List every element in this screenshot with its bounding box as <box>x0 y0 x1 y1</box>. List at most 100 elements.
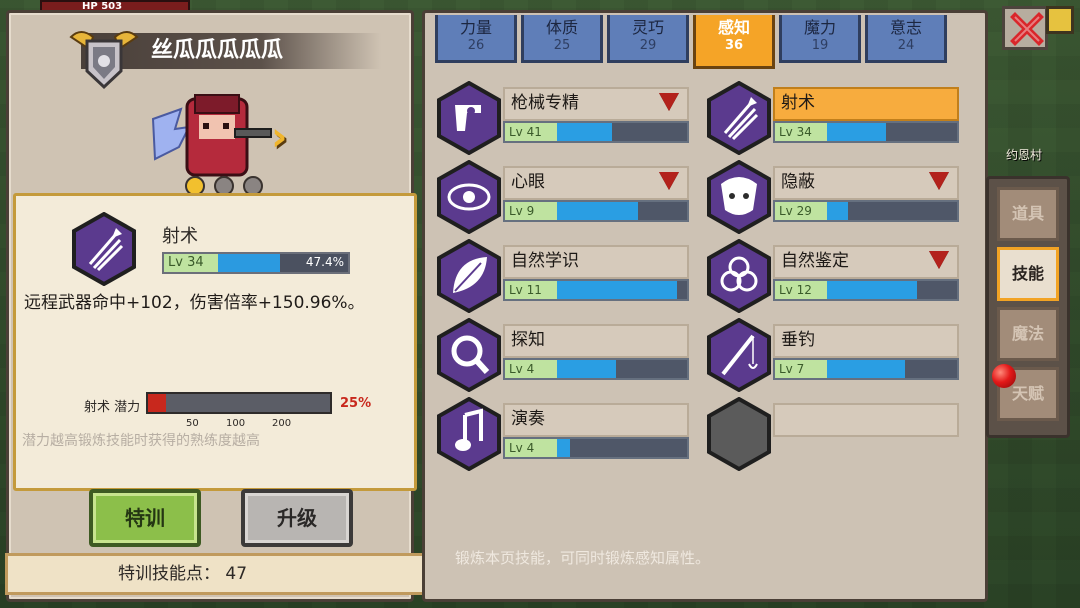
detail-level: Lv 34 <box>164 254 218 272</box>
skill-level-bar: Lv 9 <box>503 200 689 222</box>
train-button[interactable]: 特训 <box>89 489 201 547</box>
skill-name: 探知 <box>503 324 689 358</box>
detail-level-bar: Lv 34 47.4% <box>162 252 350 274</box>
train-points-label: 特训技能点： <box>118 564 220 584</box>
next-character-arrow-icon[interactable]: › <box>271 117 311 161</box>
tab-attribute[interactable]: 灵巧 29 <box>607 15 689 63</box>
skill-exp-fill <box>557 281 677 299</box>
skill-level: Lv 41 <box>505 123 557 141</box>
locked-slot-icon <box>707 397 771 471</box>
potential-tick: 100 <box>226 418 246 429</box>
skill-name: 射术 <box>773 87 959 121</box>
side-item-magic[interactable]: 魔法 <box>997 307 1059 361</box>
skill-level-bar: Lv 29 <box>773 200 959 222</box>
close-button[interactable] <box>1002 6 1048 50</box>
skill-exp-fill <box>827 360 905 378</box>
skill-card-mind-eye[interactable]: 心眼 Lv 9 <box>437 160 693 234</box>
skill-card-nature-appraisal[interactable]: 自然鉴定 Lv 12 <box>707 239 963 313</box>
potential-percent: 25% <box>340 396 372 411</box>
detail-exp-percent: 47.4% <box>305 255 344 269</box>
empty-plate <box>773 403 959 437</box>
skill-level: Lv 11 <box>505 281 557 299</box>
skill-card-performance[interactable]: 演奏 Lv 4 <box>437 397 693 471</box>
detail-exp-fill <box>218 254 280 272</box>
tab-attribute[interactable]: 意志 24 <box>865 15 947 63</box>
side-item-items[interactable]: 道具 <box>997 187 1059 241</box>
skill-level: Lv 34 <box>775 123 827 141</box>
revolver-icon <box>437 81 501 155</box>
skill-card-nature-lore[interactable]: 自然学识 Lv 11 <box>437 239 693 313</box>
skill-level-bar: Lv 7 <box>773 358 959 380</box>
potential-tick: 200 <box>272 418 292 429</box>
potential-bar <box>146 392 332 414</box>
train-points-banner: 特训技能点： 47 <box>5 553 450 595</box>
skill-exp-fill <box>557 360 616 378</box>
skill-level-bar: Lv 41 <box>503 121 689 143</box>
potential-tick: 50 <box>186 418 199 429</box>
potential-flag-icon <box>659 172 679 190</box>
skill-name: 垂钓 <box>773 324 959 358</box>
skill-exp-fill <box>827 202 848 220</box>
skill-name: 自然学识 <box>503 245 689 279</box>
tab-label: 灵巧 <box>631 18 664 37</box>
potential-flag-icon <box>659 93 679 111</box>
tab-value: 29 <box>639 38 657 53</box>
skill-level-bar: Lv 12 <box>773 279 959 301</box>
skill-name: 演奏 <box>503 403 689 437</box>
skill-card-empty <box>707 397 963 471</box>
skill-card-detection[interactable]: 探知 Lv 4 <box>437 318 693 392</box>
upgrade-button[interactable]: 升级 <box>241 489 353 547</box>
crest-icon <box>69 31 139 90</box>
skill-exp-fill <box>827 123 886 141</box>
skill-level-bar: Lv 4 <box>503 358 689 380</box>
tab-value: 24 <box>897 38 915 53</box>
minimap-toggle-icon[interactable] <box>1046 6 1074 34</box>
skill-card-firearms[interactable]: 枪械专精 Lv 41 <box>437 81 693 155</box>
side-menu: 道具 技能 魔法 天赋 <box>986 176 1070 438</box>
tab-attribute[interactable]: 魔力 19 <box>779 15 861 63</box>
arrows-icon <box>707 81 771 155</box>
potential-label: 射术 潜力 <box>84 400 141 415</box>
skill-detail-box: 射术 Lv 34 47.4% 远程武器命中+102，伤害倍率+150.96%。 … <box>13 193 417 491</box>
tab-attribute[interactable]: 力量 26 <box>435 15 517 63</box>
skill-card-stealth[interactable]: 隐蔽 Lv 29 <box>707 160 963 234</box>
detail-skill-name: 射术 <box>162 226 198 247</box>
music-note-icon <box>437 397 501 471</box>
tab-value: 26 <box>467 38 485 53</box>
eye-icon <box>437 160 501 234</box>
tab-label: 感知 <box>717 18 750 37</box>
skill-card-marksmanship[interactable]: 射术 Lv 34 <box>707 81 963 155</box>
skill-level-bar: Lv 34 <box>773 121 959 143</box>
tab-value: 36 <box>724 38 744 53</box>
attribute-tabs: 力量 26 体质 25 灵巧 29 感知 36 魔力 19 意志 24 <box>435 15 947 69</box>
train-points-value: 47 <box>225 564 248 584</box>
tab-label: 魔力 <box>803 18 836 37</box>
village-label: 约恩村 <box>1006 148 1043 162</box>
potential-flag-icon <box>929 172 949 190</box>
close-icon <box>1010 12 1044 46</box>
arrows-icon <box>72 212 136 286</box>
triquetra-icon <box>707 239 771 313</box>
tab-value: 19 <box>811 38 829 53</box>
tab-attribute[interactable]: 感知 36 <box>693 15 775 69</box>
skill-level: Lv 29 <box>775 202 827 220</box>
side-item-skills[interactable]: 技能 <box>997 247 1059 301</box>
skill-level-bar: Lv 4 <box>503 437 689 459</box>
skill-list-panel: 力量 26体质 25灵巧 29感知 36魔力 19意志 24 枪械专精 <box>422 10 988 602</box>
skill-level: Lv 7 <box>775 360 827 378</box>
tab-attribute[interactable]: 体质 25 <box>521 15 603 63</box>
potential-flag-icon <box>929 251 949 269</box>
tab-label: 体质 <box>545 18 578 37</box>
skill-level-bar: Lv 11 <box>503 279 689 301</box>
skill-level: Lv 12 <box>775 281 827 299</box>
fishing-rod-icon <box>707 318 771 392</box>
skill-exp-fill <box>557 439 570 457</box>
leaf-icon <box>437 239 501 313</box>
skill-card-fishing[interactable]: 垂钓 Lv 7 <box>707 318 963 392</box>
footer-hint: 锻炼本页技能，可同时锻炼感知属性。 <box>455 549 711 567</box>
mask-icon <box>707 160 771 234</box>
character-skill-panel: 丝瓜瓜瓜瓜瓜 › 射术 Lv 34 47.4% 远程武器命中+102，伤害倍率+… <box>5 10 450 602</box>
skill-exp-fill <box>557 202 638 220</box>
magnifier-icon <box>437 318 501 392</box>
skill-level: Lv 4 <box>505 360 557 378</box>
